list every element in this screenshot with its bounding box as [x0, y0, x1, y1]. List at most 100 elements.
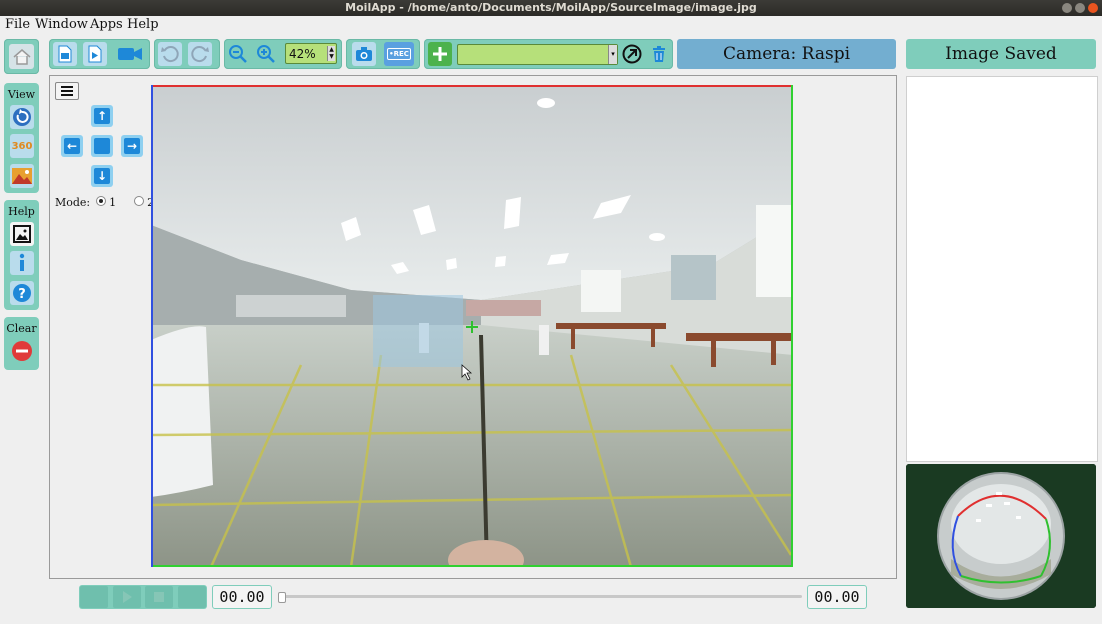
- pan-up-button[interactable]: ↑: [91, 105, 113, 127]
- rotate-right-icon: [191, 46, 209, 63]
- info-button[interactable]: [10, 251, 34, 275]
- help-label: Help: [8, 205, 35, 218]
- snapshot-icon: [356, 47, 372, 61]
- external-link-icon: [622, 44, 642, 64]
- menu-apps[interactable]: Apps: [90, 17, 123, 32]
- view-label: View: [7, 88, 36, 101]
- menu-window[interactable]: Window: [35, 17, 88, 32]
- launch-app-button[interactable]: [620, 42, 644, 66]
- info-icon: [19, 253, 25, 271]
- rotate-left-icon: [161, 46, 179, 63]
- landscape-view-button[interactable]: [10, 164, 34, 188]
- total-time-field[interactable]: 00.00: [807, 585, 867, 609]
- menu-help[interactable]: Help: [127, 17, 159, 32]
- mode-1-label: 1: [109, 196, 117, 209]
- rotate-right-button[interactable]: [188, 42, 212, 66]
- pan-down-button[interactable]: ↓: [91, 165, 113, 187]
- image-help-button[interactable]: [10, 222, 34, 246]
- question-button[interactable]: ?: [10, 281, 34, 305]
- clear-icon: [12, 341, 32, 361]
- rewind-button[interactable]: [80, 586, 108, 608]
- help-sidebar: Help ?: [4, 200, 39, 310]
- panel-menu-button[interactable]: [55, 82, 79, 100]
- pan-left-button[interactable]: ←: [61, 135, 83, 157]
- arrow-up-icon: ↑: [94, 108, 110, 124]
- reset-view-icon: [13, 108, 31, 126]
- pan-center-button[interactable]: [91, 135, 113, 157]
- home-icon: [13, 48, 30, 65]
- home-group: [4, 39, 39, 74]
- maximize-button[interactable]: [1075, 3, 1085, 13]
- hallway-photo: [151, 85, 793, 567]
- svg-text:?: ?: [18, 287, 26, 302]
- apps-toolbar: ▾: [424, 39, 673, 69]
- zoom-spin-arrows[interactable]: ▲ ▼: [327, 46, 335, 61]
- arrow-left-icon: ←: [64, 138, 80, 154]
- record-button[interactable]: •REC: [384, 42, 414, 66]
- playback-controls: [79, 585, 207, 609]
- clear-sidebar: Clear: [4, 317, 39, 370]
- playback-slider[interactable]: [278, 592, 802, 603]
- close-button[interactable]: [1088, 3, 1098, 13]
- arrow-down-icon: ↓: [94, 168, 110, 184]
- chevron-down-icon: ▾: [608, 45, 617, 64]
- panorama-360-icon: 360: [11, 140, 33, 152]
- minimize-button[interactable]: [1062, 3, 1072, 13]
- forward-button[interactable]: [178, 586, 206, 608]
- image-saved-label: Image Saved: [906, 39, 1096, 69]
- pan-right-button[interactable]: →: [121, 135, 143, 157]
- open-video-button[interactable]: [83, 42, 107, 66]
- panorama-360-button[interactable]: 360: [10, 134, 34, 158]
- add-app-button[interactable]: [428, 42, 452, 66]
- record-icon: •REC: [387, 48, 411, 60]
- mode-label: Mode:: [55, 196, 91, 209]
- fisheye-preview[interactable]: [906, 464, 1096, 608]
- zoom-out-button[interactable]: [226, 42, 250, 66]
- trash-icon: [653, 46, 665, 62]
- zoom-in-icon: [257, 45, 275, 63]
- view-sidebar: View 360: [4, 83, 39, 193]
- rotate-left-button[interactable]: [158, 42, 182, 66]
- zoom-out-icon: [229, 45, 247, 63]
- reset-view-button[interactable]: [10, 105, 34, 129]
- zoom-spinbox[interactable]: 42% ▲ ▼: [285, 43, 337, 64]
- stop-button[interactable]: [145, 586, 173, 608]
- snapshot-button[interactable]: [352, 42, 376, 66]
- mode-1-radio[interactable]: [96, 196, 107, 206]
- clear-label: Clear: [6, 322, 37, 335]
- window-controls: [1062, 3, 1098, 13]
- zoom-in-button[interactable]: [254, 42, 278, 66]
- play-icon: [123, 591, 132, 603]
- add-icon: [433, 47, 447, 61]
- arrow-right-icon: →: [124, 138, 140, 154]
- mode-selector: Mode: 1 2: [55, 196, 154, 209]
- clear-button[interactable]: [10, 339, 34, 363]
- main-image[interactable]: [151, 85, 793, 567]
- app-select[interactable]: ▾: [457, 44, 618, 65]
- open-image-icon: [58, 45, 72, 63]
- zoom-value: 42%: [289, 47, 316, 61]
- center-icon: [94, 138, 110, 154]
- window-title: MoilApp - /home/anto/Documents/MoilApp/S…: [345, 1, 757, 14]
- menu-bar: File Window Apps Help: [0, 16, 1102, 36]
- menu-file[interactable]: File: [5, 17, 30, 32]
- saved-images-list[interactable]: [906, 76, 1098, 462]
- zoom-toolbar: 42% ▲ ▼: [224, 39, 342, 69]
- open-image-button[interactable]: [53, 42, 77, 66]
- slider-handle[interactable]: [278, 592, 286, 603]
- delete-app-button[interactable]: [647, 42, 671, 66]
- fisheye-preview-image: [906, 464, 1096, 608]
- home-button[interactable]: [9, 44, 34, 69]
- camera-label[interactable]: Camera: Raspi: [677, 39, 896, 69]
- file-toolbar: [49, 39, 150, 69]
- hamburger-menu-icon: [61, 86, 73, 96]
- open-video-icon: [88, 45, 102, 63]
- capture-toolbar: •REC: [346, 39, 420, 69]
- camera-icon: [118, 48, 142, 60]
- play-button[interactable]: [113, 586, 141, 608]
- open-camera-button[interactable]: [115, 42, 145, 66]
- image-icon: [13, 225, 31, 243]
- mode-2-radio[interactable]: [134, 196, 145, 206]
- current-time-field[interactable]: 00.00: [212, 585, 272, 609]
- question-icon: ?: [13, 284, 31, 302]
